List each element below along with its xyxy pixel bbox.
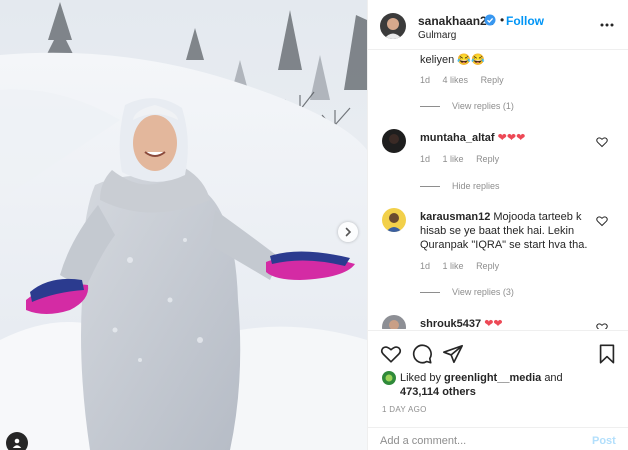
user-tag-icon [12, 438, 22, 448]
liker-username[interactable]: greenlight__media [444, 372, 541, 384]
follow-button[interactable]: Follow [506, 14, 544, 28]
comment-username[interactable]: muntaha_altaf [420, 132, 495, 144]
comment-likes[interactable]: 1 like [443, 261, 464, 271]
post-location[interactable]: Gulmarg [418, 30, 456, 41]
add-comment-input[interactable] [380, 435, 580, 447]
reply-button[interactable]: Reply [476, 154, 499, 164]
comment-meta: 1d 4 likes Reply [420, 75, 514, 85]
comment-meta: 1d 1 like Reply [420, 261, 509, 271]
author-username[interactable]: sanakhaan21 [418, 14, 493, 28]
view-replies-button[interactable]: View replies (3) [420, 287, 514, 297]
paper-plane-icon[interactable] [442, 343, 464, 365]
post-photo[interactable] [0, 0, 367, 450]
view-replies-button[interactable]: View replies (1) [420, 101, 514, 111]
likes-summary: Liked by greenlight__media and 473,114 o… [382, 371, 582, 399]
comment-text: ❤❤❤ [497, 132, 526, 144]
comment-age: 1d [420, 261, 431, 271]
comment-body: karausman12 Mojooda tarteeb k hisab se y… [420, 210, 590, 252]
reply-button[interactable]: Reply [476, 261, 499, 271]
comment-age: 1d [420, 75, 431, 85]
carousel-next-button[interactable] [338, 222, 358, 242]
header-separator: • [500, 13, 505, 27]
verified-badge-icon [484, 14, 496, 26]
comment-likes[interactable]: 4 likes [443, 75, 469, 85]
comment-like-heart-icon[interactable] [596, 322, 608, 329]
snow-scene-image [0, 0, 367, 450]
bookmark-icon[interactable] [596, 343, 618, 365]
comment-text: ❤❤ [484, 318, 503, 329]
comment-icon[interactable] [411, 343, 433, 365]
replies-divider [420, 291, 440, 293]
post-side-panel: sanakhaan21 • Follow Gulmarg keliyen 😂😂 … [367, 0, 628, 450]
chevron-right-icon [345, 227, 352, 237]
comment-meta: 1d 1 like Reply [420, 154, 509, 164]
reply-button[interactable]: Reply [481, 75, 504, 85]
post-time-ago[interactable]: 1 DAY AGO [382, 405, 427, 414]
comment-age: 1d [420, 154, 431, 164]
add-comment-bar: Post [368, 427, 628, 450]
replies-toggle-label: Hide replies [452, 181, 500, 191]
comment-likes[interactable]: 1 like [443, 154, 464, 164]
comment-username[interactable]: shrouk5437 [420, 318, 481, 329]
likes-prefix: Liked by [400, 372, 441, 384]
replies-toggle-label: View replies (1) [452, 101, 514, 111]
post-header: sanakhaan21 • Follow Gulmarg [368, 0, 628, 50]
comment-username[interactable]: karausman12 [420, 211, 490, 223]
user-tag-button[interactable] [6, 432, 28, 450]
more-options-icon [600, 23, 614, 27]
post-comment-button[interactable]: Post [592, 435, 616, 447]
replies-divider [420, 105, 440, 107]
replies-toggle-label: View replies (3) [452, 287, 514, 297]
commenter-avatar[interactable] [382, 208, 406, 232]
more-options-button[interactable] [600, 18, 614, 32]
author-avatar[interactable] [380, 13, 406, 39]
comment-text: keliyen 😂😂 [420, 54, 485, 66]
replies-divider [420, 185, 440, 187]
heart-icon[interactable] [380, 343, 402, 365]
comments-list[interactable]: keliyen 😂😂 1d 4 likes Reply View replies… [368, 51, 628, 329]
comment-like-heart-icon[interactable] [596, 136, 608, 148]
commenter-avatar[interactable] [382, 315, 406, 329]
comment-body: muntaha_altaf ❤❤❤ [420, 131, 590, 145]
comment-like-heart-icon[interactable] [596, 215, 608, 227]
likes-and: and [544, 372, 563, 384]
comment-body: shrouk5437 ❤❤ [420, 317, 590, 329]
likes-others-count[interactable]: 473,114 others [400, 386, 476, 398]
post-actions: Liked by greenlight__media and 473,114 o… [368, 330, 628, 450]
commenter-avatar[interactable] [382, 129, 406, 153]
hide-replies-button[interactable]: Hide replies [420, 181, 500, 191]
